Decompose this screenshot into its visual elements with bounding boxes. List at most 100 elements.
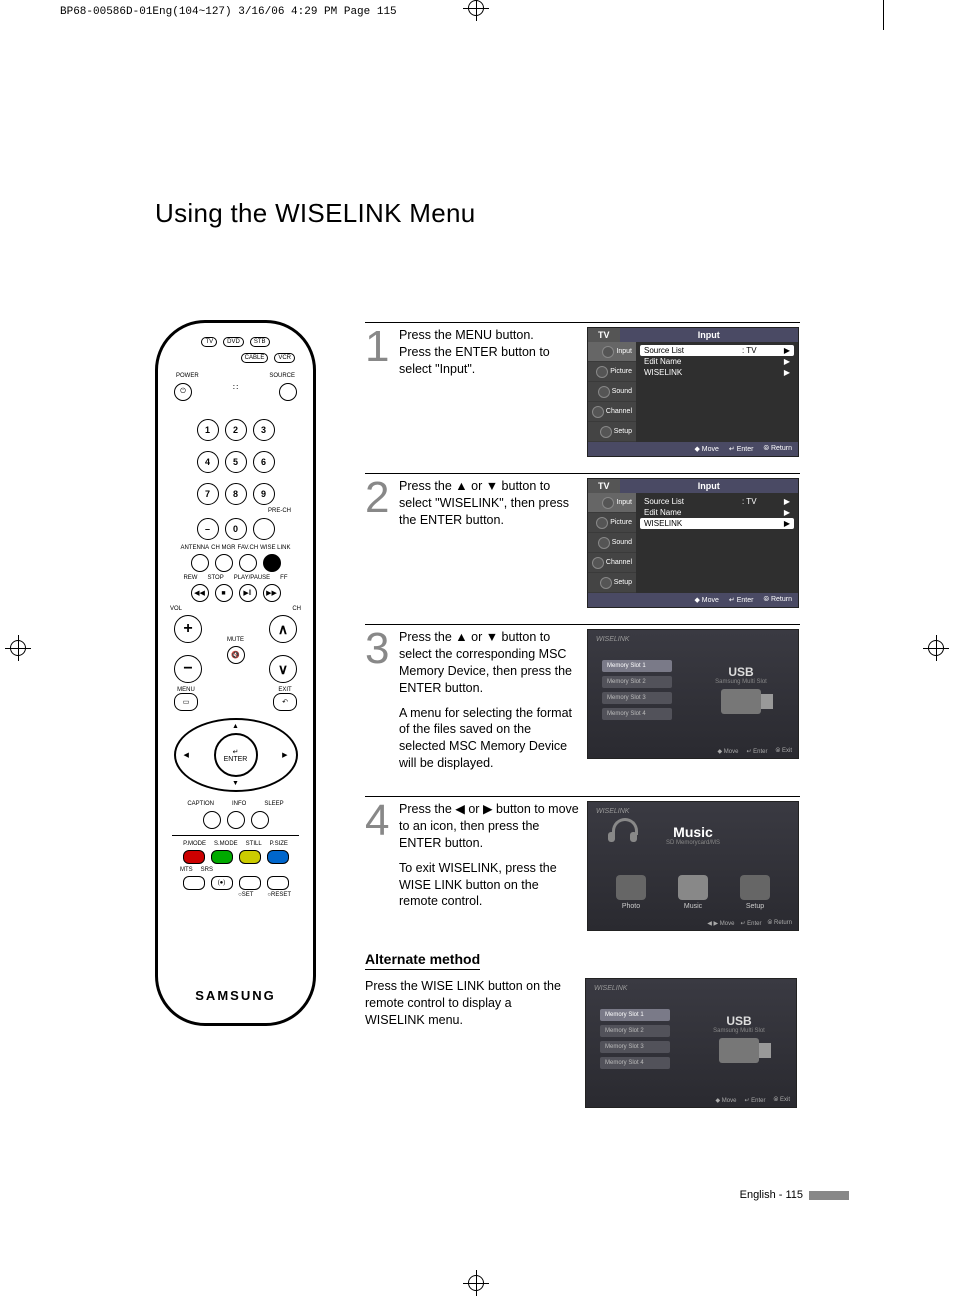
dash-button: – [197, 518, 219, 540]
ch-label: CH [292, 606, 301, 612]
pmode-button [183, 850, 205, 864]
print-header: BP68-00586D-01Eng(104~127) 3/16/06 4:29 … [60, 6, 397, 18]
num-6: 6 [253, 451, 275, 473]
vol-label: VOL [170, 606, 182, 612]
usb-sublabel: Samsung Multi Slot [696, 679, 786, 685]
crop-mark-right [928, 640, 944, 656]
alternate-heading: Alternate method [365, 951, 480, 970]
mute-label: MUTE [158, 637, 313, 643]
set-button [239, 876, 261, 890]
usb-label: USB [694, 1014, 784, 1028]
memory-slot-4: Memory Slot 4 [602, 708, 672, 720]
sleep-button [251, 811, 269, 829]
memory-slot-1: Memory Slot 1 [600, 1009, 670, 1021]
memory-slot-3: Memory Slot 3 [600, 1041, 670, 1053]
side-input: Input [588, 493, 636, 513]
alternate-section: Alternate method Press the WISE LINK but… [365, 947, 800, 1108]
num-9: 9 [253, 483, 275, 505]
step-3: 3 Press the ▲ or ▼ button to select the … [365, 624, 800, 780]
favch-label: FAV.CH [237, 545, 258, 551]
side-channel: Channel [588, 553, 636, 573]
side-setup: Setup [588, 573, 636, 593]
num-0: 0 [225, 518, 247, 540]
prech-label: PRE-CH [268, 508, 291, 514]
crop-mark-top [468, 0, 484, 16]
side-picture: Picture [588, 362, 636, 382]
memory-slot-2: Memory Slot 2 [600, 1025, 670, 1037]
sleep-label: SLEEP [264, 801, 283, 807]
step-2-number: 2 [365, 478, 399, 518]
step-2-screenshot: TV Input Input Picture Sound Channel Set… [587, 478, 799, 608]
row-source-list: Source List: TV▶ [640, 345, 794, 356]
wiselink-logo: WISELINK [596, 808, 629, 815]
memory-slot-3: Memory Slot 3 [602, 692, 672, 704]
footer-bar-icon [809, 1191, 849, 1200]
dpad: ▲ ▼ ◀ ▶ ↵ ENTER [174, 718, 298, 792]
music-icon: Music [671, 875, 716, 910]
step-1: 1 Press the MENU button. Press the ENTER… [365, 322, 800, 457]
remote-control-figure: TV DVD STB CABLE VCR POWER SOURCE ⏻ ∷ 12… [155, 320, 316, 1026]
source-label: SOURCE [269, 373, 295, 379]
row-edit-name: Edit Name▶ [640, 356, 794, 367]
crop-mark-bottom [468, 1275, 484, 1291]
remote-dvd-tab: DVD [223, 337, 244, 347]
num-1: 1 [197, 419, 219, 441]
mts-label: MTS [180, 867, 193, 873]
remote-vcr-tab: VCR [274, 353, 295, 363]
row-edit-name: Edit Name▶ [640, 507, 794, 518]
num-8: 8 [225, 483, 247, 505]
side-setup: Setup [588, 422, 636, 442]
wiselink-button [263, 554, 281, 572]
caption-button [203, 811, 221, 829]
smode-button [211, 850, 233, 864]
set-label: ○SET [238, 892, 253, 898]
stop-label: STOP [207, 575, 223, 581]
alternate-text: Press the WISE LINK button on the remote… [365, 978, 573, 1029]
step-3-number: 3 [365, 629, 399, 669]
antenna-button [191, 554, 209, 572]
side-channel: Channel [588, 402, 636, 422]
music-subtitle: SD Memorycard/MS [588, 840, 798, 846]
brand-label: SAMSUNG [158, 988, 313, 1003]
memory-slot-4: Memory Slot 4 [600, 1057, 670, 1069]
still-button [239, 850, 261, 864]
ch-down: ∨ [269, 655, 297, 683]
side-sound: Sound [588, 382, 636, 402]
mts-button [183, 876, 205, 890]
info-button [227, 811, 245, 829]
num-4: 4 [197, 451, 219, 473]
exit-button: ↶ [273, 693, 297, 711]
row-wiselink: WISELINK▶ [640, 518, 794, 529]
step-4-number: 4 [365, 801, 399, 841]
wiselink-logo: WISELINK [596, 636, 629, 643]
step-2-text: Press the ▲ or ▼ button to select "WISEL… [399, 478, 587, 537]
remote-stb-tab: STB [250, 337, 270, 347]
usb-sublabel: Samsung Multi Slot [694, 1028, 784, 1034]
step-4-screenshot: WISELINK Music SD Memorycard/MS Photo Mu… [587, 801, 799, 931]
rew-button: ◀◀ [191, 584, 209, 602]
crop-top-line [883, 0, 884, 30]
enter-button: ↵ ENTER [214, 733, 258, 777]
antenna-label: ANTENNA [180, 545, 209, 551]
menu-title: Input [620, 328, 798, 342]
usb-icon [719, 1038, 759, 1063]
remote-tv-tab: TV [201, 337, 217, 347]
step-4: 4 Press the ◀ or ▶ button to move to an … [365, 796, 800, 931]
power-button: ⏻ [174, 383, 192, 401]
chmgr-button [215, 554, 233, 572]
num-7: 7 [197, 483, 219, 505]
caption-label: CAPTION [187, 801, 214, 807]
photo-icon: Photo [609, 875, 654, 910]
reset-label: ○RESET [267, 892, 291, 898]
tv-tab: TV [588, 479, 620, 493]
still-label: STILL [246, 841, 262, 847]
srs-label: SRS [201, 867, 213, 873]
usb-label: USB [696, 665, 786, 679]
psize-label: P.SIZE [270, 841, 288, 847]
num-2: 2 [225, 419, 247, 441]
wiselink-logo: WISELINK [594, 985, 627, 992]
stop-button: ■ [215, 584, 233, 602]
pmode-label: P.MODE [183, 841, 206, 847]
srs-button: (●) [211, 876, 233, 890]
row-wiselink: WISELINK▶ [640, 367, 794, 378]
